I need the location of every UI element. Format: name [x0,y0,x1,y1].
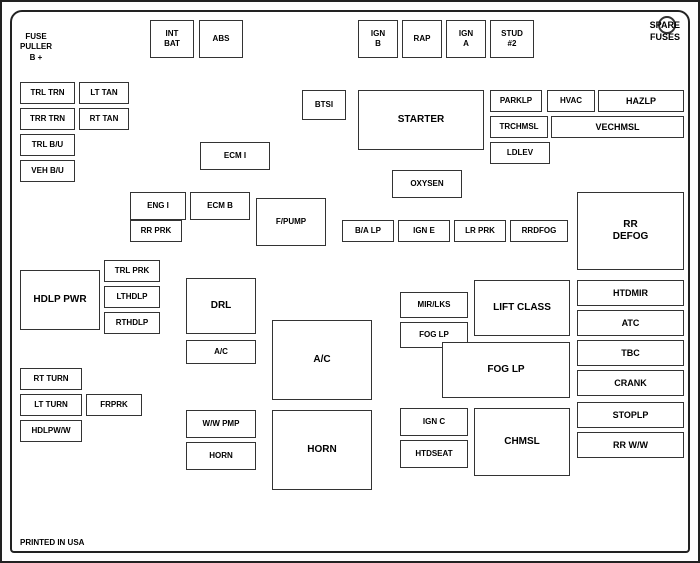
fuse-trl-prk: TRL PRK [104,260,160,282]
fuse-parklp: PARKLP [490,90,542,112]
fuse-crank: CRANK [577,370,684,396]
fuse-rt-turn: RT TURN [20,368,82,390]
fuse-lthdlp: LTHDLP [104,286,160,308]
fuse-trchmsl: TRCHMSL [490,116,548,138]
spare-fuses-label: SPAREFUSES [650,20,680,43]
fuse-mir-lks: MIR/LKS [400,292,468,318]
fuse-f-pump: F/PUMP [256,198,326,246]
fuse-rrdfog: RRDFOG [510,220,568,242]
fuse-ign-e: IGN E [398,220,450,242]
fuse-int-bat: INTBAT [150,20,194,58]
fuse-rt-tan: RT TAN [79,108,129,130]
fuse-ign-b: IGNB [358,20,398,58]
fuse-veh-bu: VEH B/U [20,160,75,182]
fuse-rap: RAP [402,20,442,58]
fuse-htdmir: HTDMIR [577,280,684,306]
fuse-ww-pmp: W/W PMP [186,410,256,438]
fuse-rthdlp: RTHDLP [104,312,160,334]
fuse-trl-bu: TRL B/U [20,134,75,156]
fuse-hazlp: HAZLP [598,90,684,112]
fuse-trr-trn: TRR TRN [20,108,75,130]
fuse-hdlpww: HDLPW/W [20,420,82,442]
fuse-ba-lp: B/A LP [342,220,394,242]
fuse-ecm1: ECM I [200,142,270,170]
fuse-oxysen: OXYSEN [392,170,462,198]
fuse-horn-small: HORN [186,442,256,470]
fuse-drl: DRL [186,278,256,334]
fuse-vechmsl: VECHMSL [551,116,684,138]
fuse-stud2: STUD#2 [490,20,534,58]
fuse-eng1: ENG I [130,192,186,220]
fuse-stoplp: STOPLP [577,402,684,428]
fuse-chmsl: CHMSL [474,408,570,476]
fuse-ecm-b: ECM B [190,192,250,220]
fuse-hvac: HVAC [547,90,595,112]
fuse-abs: ABS [199,20,243,58]
fuse-ign-a: IGNA [446,20,486,58]
fuse-atc: ATC [577,310,684,336]
printed-label: PRINTED IN USA [20,538,84,547]
fuse-fog-lp-large: FOG LP [442,342,570,398]
fuse-btsi: BTSI [302,90,346,120]
fuse-horn-large: HORN [272,410,372,490]
fuse-lt-turn: LT TURN [20,394,82,416]
fuse-rr-defog: RRDEFOG [577,192,684,270]
fuse-trl-trn: TRL TRN [20,82,75,104]
fuse-hdlp-pwr: HDLP PWR [20,270,100,330]
fuse-lr-prk: LR PRK [454,220,506,242]
fuse-htdseat: HTDSEAT [400,440,468,468]
fuse-rr-pak: RR PRK [130,220,182,242]
fuse-ac-large: A/C [272,320,372,400]
fuse-ign-c: IGN C [400,408,468,436]
fuse-rr-ww: RR W/W [577,432,684,458]
fuse-starter: STARTER [358,90,484,150]
fuse-lt-tan: LT TAN [79,82,129,104]
fuse-box-diagram: FUSEPULLERB + SPAREFUSES PRINTED IN USA … [0,0,700,563]
fuse-frprk: FRPRK [86,394,142,416]
fuse-ac-small: A/C [186,340,256,364]
fuse-puller-label: FUSEPULLERB + [20,32,52,63]
fuse-tbc: TBC [577,340,684,366]
fuse-ldlev: LDLEV [490,142,550,164]
fuse-lift-class: LIFT CLASS [474,280,570,336]
